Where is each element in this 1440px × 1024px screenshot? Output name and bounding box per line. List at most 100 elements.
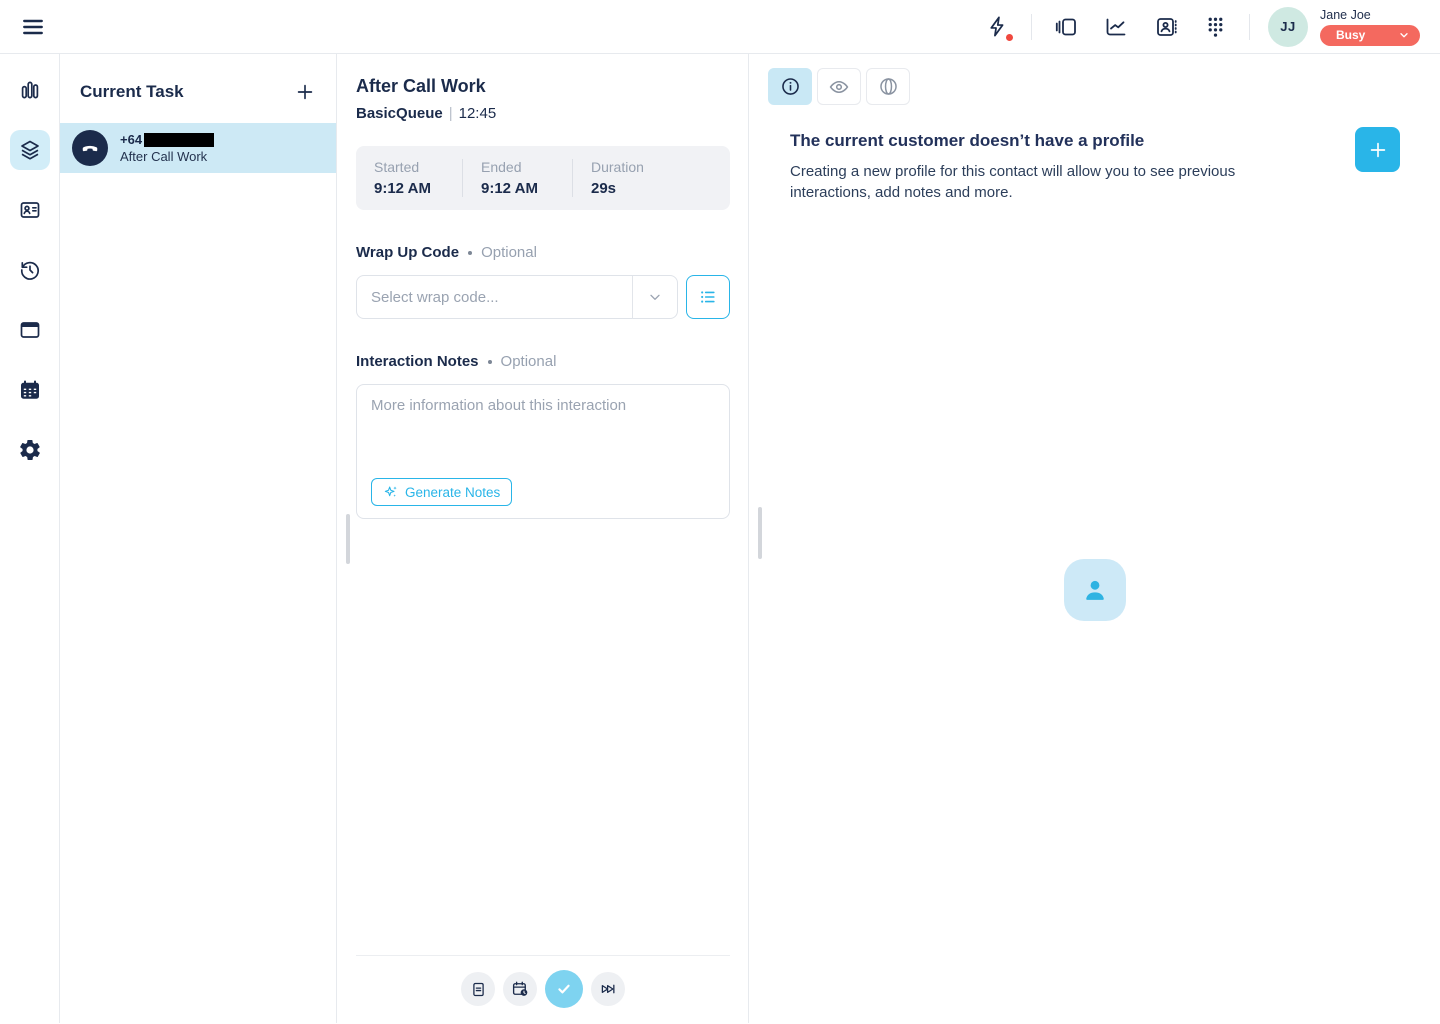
after-call-work-panel: After Call Work BasicQueue | 12:45 Start… <box>337 54 749 1023</box>
wrap-code-select[interactable]: Select wrap code... <box>356 275 678 319</box>
hamburger-menu-button[interactable] <box>16 10 50 44</box>
document-icon <box>470 981 487 998</box>
wrap-code-list-button[interactable] <box>686 275 730 319</box>
interaction-notes-box: Generate Notes <box>356 384 730 519</box>
eye-icon <box>828 76 850 98</box>
customer-tabs <box>749 54 1440 105</box>
current-task-panel: Current Task +64 After Call Work <box>60 54 337 1023</box>
notes-document-button[interactable] <box>461 972 495 1006</box>
dot-separator <box>468 251 472 255</box>
generate-notes-button[interactable]: Generate Notes <box>371 478 512 506</box>
dialpad-icon <box>1204 15 1227 38</box>
chevron-down-icon[interactable] <box>633 289 677 305</box>
tab-customer-insights[interactable] <box>866 68 910 105</box>
chevron-down-icon <box>1398 29 1410 41</box>
notes-optional-label: Optional <box>501 353 557 370</box>
current-task-title: Current Task <box>80 82 184 102</box>
sidebar-item-contacts[interactable] <box>10 190 50 230</box>
skip-button[interactable] <box>591 972 625 1006</box>
line-chart-icon <box>1104 15 1128 39</box>
timing-value: 9:12 AM <box>481 180 554 197</box>
redacted-phone-number <box>144 133 214 147</box>
call-timing-summary: Started 9:12 AM Ended 9:12 AM Duration 2… <box>356 146 730 210</box>
skip-forward-icon <box>599 980 617 998</box>
directory-button[interactable] <box>1150 11 1182 43</box>
metrics-chart-button[interactable] <box>1100 11 1132 43</box>
info-icon <box>780 76 801 97</box>
tab-customer-info[interactable] <box>768 68 812 105</box>
calendar-icon <box>18 378 42 402</box>
schedule-callback-button[interactable] <box>503 972 537 1006</box>
complete-task-button[interactable] <box>545 970 583 1008</box>
add-task-button[interactable] <box>290 77 320 107</box>
subtitle-separator: | <box>449 105 453 122</box>
dialpad-button[interactable] <box>1200 11 1231 42</box>
check-icon <box>554 979 574 999</box>
person-icon <box>1078 573 1112 607</box>
timing-started: Started 9:12 AM <box>356 159 462 197</box>
acw-subtitle: BasicQueue | 12:45 <box>356 105 730 122</box>
tab-customer-preview[interactable] <box>817 68 861 105</box>
sidebar-item-settings[interactable] <box>10 430 50 470</box>
interaction-notes-label-row: Interaction Notes Optional <box>356 353 730 370</box>
timing-duration: Duration 29s <box>572 159 662 197</box>
user-cluster: JJ Jane Joe Busy <box>1268 7 1420 47</box>
contact-card-icon <box>18 198 42 222</box>
timing-value: 29s <box>591 180 644 197</box>
interaction-notes-label: Interaction Notes <box>356 353 479 370</box>
dot-separator <box>488 360 492 364</box>
quick-actions-button[interactable] <box>982 11 1013 42</box>
timing-label: Duration <box>591 159 644 175</box>
plus-icon <box>1367 139 1389 161</box>
acw-timer: 12:45 <box>459 105 497 122</box>
no-profile-description: Creating a new profile for this contact … <box>790 161 1270 203</box>
wrap-up-code-label: Wrap Up Code <box>356 244 459 261</box>
side-panels-button[interactable] <box>1050 11 1082 43</box>
topbar-actions: JJ Jane Joe Busy <box>982 7 1420 47</box>
history-icon <box>18 258 42 282</box>
queue-name: BasicQueue <box>356 105 443 122</box>
sidebar-item-browser[interactable] <box>10 310 50 350</box>
left-nav-rail <box>0 54 60 1023</box>
list-icon <box>698 287 718 307</box>
timing-value: 9:12 AM <box>374 180 444 197</box>
user-avatar[interactable]: JJ <box>1268 7 1308 47</box>
wrap-up-optional-label: Optional <box>481 244 537 261</box>
wrap-up-code-label-row: Wrap Up Code Optional <box>356 244 730 261</box>
generate-notes-label: Generate Notes <box>405 485 500 500</box>
customer-scrollbar-thumb[interactable] <box>758 507 762 559</box>
user-name: Jane Joe <box>1320 8 1420 22</box>
timing-label: Ended <box>481 159 554 175</box>
gear-icon <box>18 438 42 462</box>
sidebar-item-metrics[interactable] <box>10 70 50 110</box>
create-profile-button[interactable] <box>1355 127 1400 172</box>
menu-icon <box>20 14 46 40</box>
sidebar-item-calendar[interactable] <box>10 370 50 410</box>
acw-footer <box>356 955 730 1023</box>
interaction-notes-input[interactable] <box>371 397 715 478</box>
phone-end-icon <box>72 130 108 166</box>
customer-profile-panel: The current customer doesn’t have a prof… <box>749 54 1440 1023</box>
task-list-item[interactable]: +64 After Call Work <box>60 123 336 173</box>
task-phone-prefix: +64 <box>120 132 142 147</box>
status-selector[interactable]: Busy <box>1320 25 1420 46</box>
status-label: Busy <box>1336 28 1365 42</box>
no-profile-title: The current customer doesn’t have a prof… <box>790 131 1270 151</box>
divider <box>1249 14 1250 40</box>
topbar: JJ Jane Joe Busy <box>0 0 1440 54</box>
acw-title: After Call Work <box>356 76 730 97</box>
calendar-clock-icon <box>511 980 529 998</box>
sidebar-item-tasks[interactable] <box>10 130 50 170</box>
notification-dot <box>1005 33 1014 42</box>
contact-book-icon <box>1154 15 1178 39</box>
sparkle-icon <box>383 484 399 500</box>
profile-avatar-placeholder <box>1064 559 1126 621</box>
sidebar-item-history[interactable] <box>10 250 50 290</box>
divider <box>1031 14 1032 40</box>
bar-chart-icon <box>18 78 42 102</box>
layers-icon <box>18 138 42 162</box>
plus-icon <box>294 81 316 103</box>
acw-scrollbar-thumb[interactable] <box>346 514 350 564</box>
timing-label: Started <box>374 159 444 175</box>
wrap-code-placeholder: Select wrap code... <box>371 289 632 306</box>
